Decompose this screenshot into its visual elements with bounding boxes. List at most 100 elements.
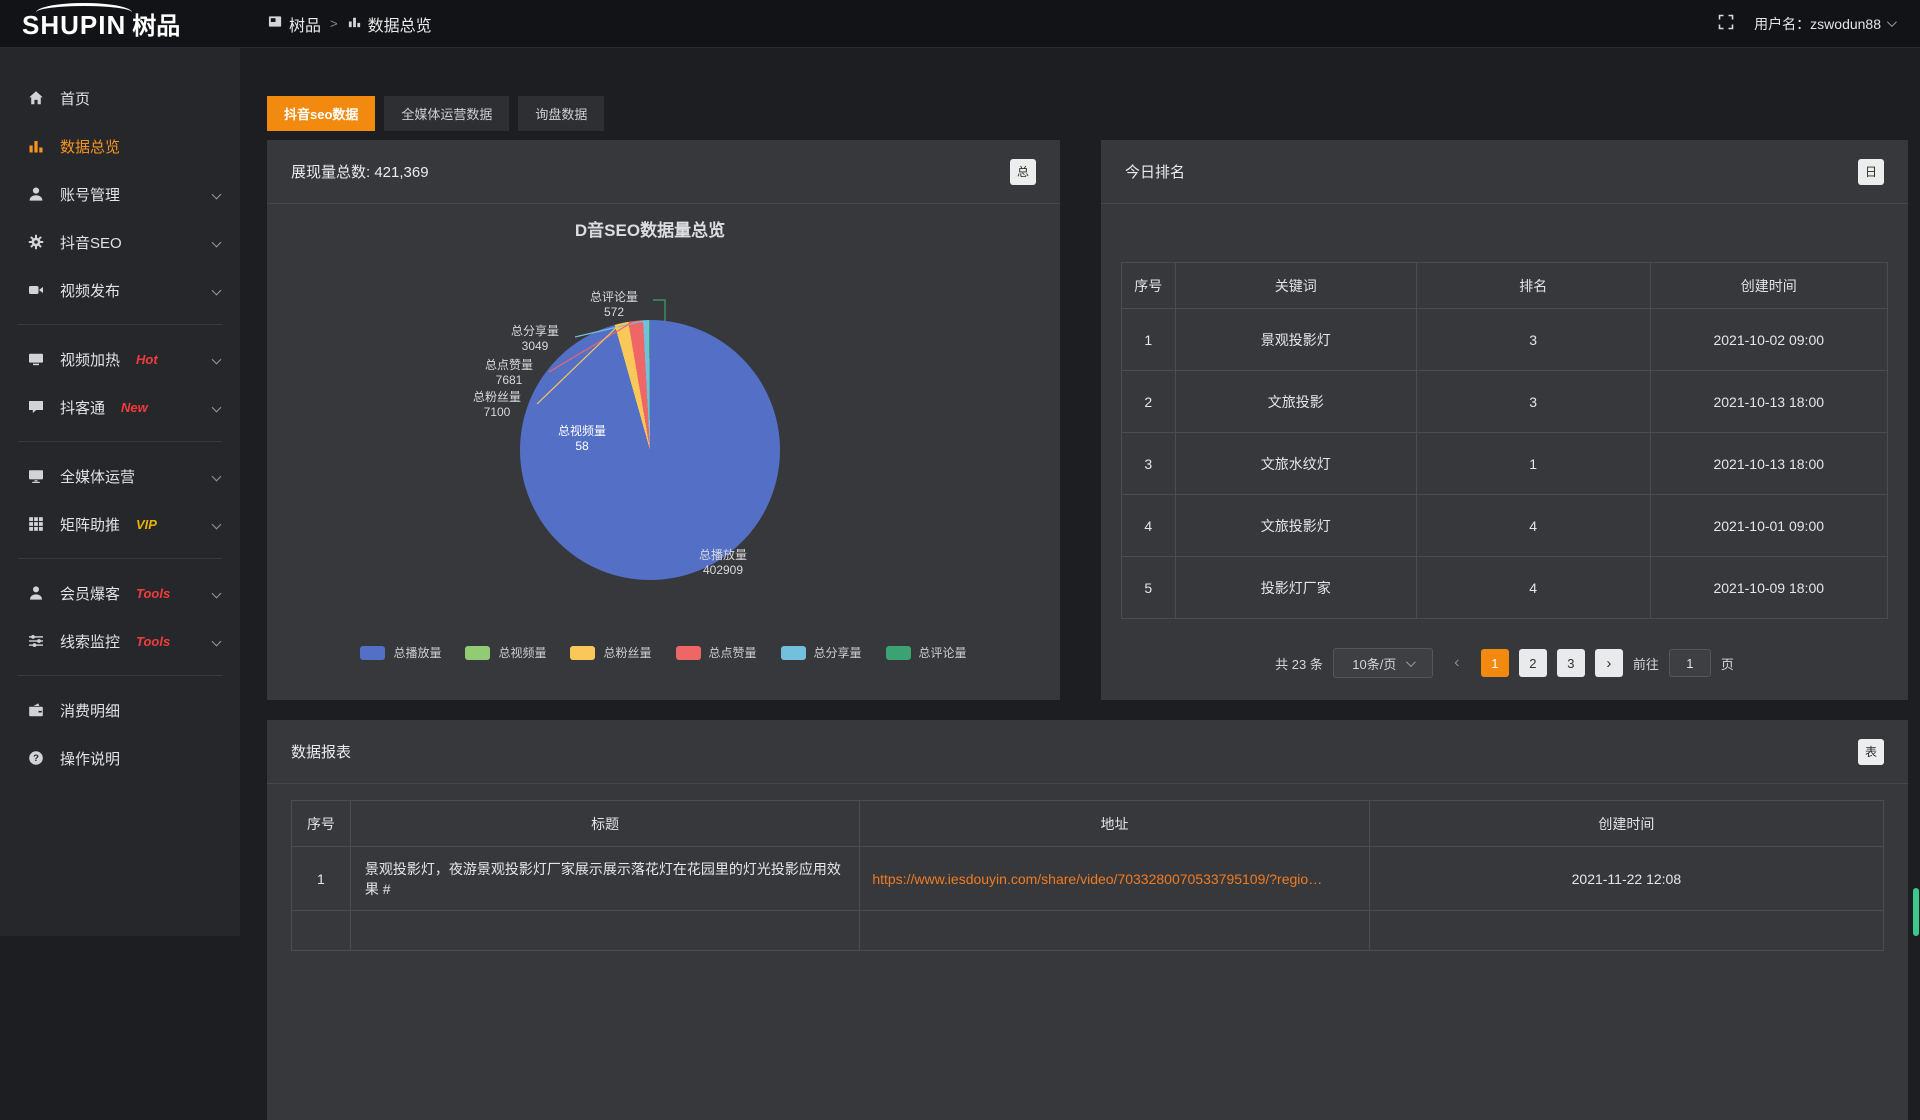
legend-item-videos[interactable]: 总视频量 bbox=[465, 644, 546, 661]
table-header-row: 序号 标题 地址 创建时间 bbox=[292, 801, 1884, 847]
sidebar-item-media-ops[interactable]: 全媒体运营 bbox=[0, 452, 240, 500]
goto-label: 前往 bbox=[1633, 654, 1659, 673]
bar-chart-icon bbox=[28, 138, 45, 155]
bar-chart-icon bbox=[347, 14, 362, 34]
tools-badge: Tools bbox=[136, 586, 170, 601]
chevron-down-icon bbox=[212, 285, 222, 295]
sidebar-item-home[interactable]: 首页 bbox=[0, 74, 240, 122]
svg-text:?: ? bbox=[33, 753, 39, 764]
home-icon bbox=[28, 90, 45, 107]
prev-page-button[interactable]: ‹ bbox=[1443, 649, 1471, 677]
sidebar-item-expense-detail[interactable]: 消费明细 bbox=[0, 686, 240, 734]
page-button-1[interactable]: 1 bbox=[1481, 649, 1509, 677]
chevron-down-icon bbox=[212, 636, 222, 646]
table-toggle-button[interactable]: 表 bbox=[1858, 739, 1884, 765]
sidebar-item-account[interactable]: 账号管理 bbox=[0, 170, 240, 218]
col-url: 地址 bbox=[860, 801, 1369, 847]
day-toggle-button[interactable]: 日 bbox=[1858, 159, 1884, 185]
chart-legend: 总播放量 总视频量 总粉丝量 总点赞量 总分享量 总评论量 bbox=[267, 644, 1060, 661]
breadcrumb-current[interactable]: 数据总览 bbox=[347, 12, 432, 36]
member-icon bbox=[28, 585, 45, 602]
logo: SHUPIN 树品 bbox=[0, 6, 240, 41]
legend-item-shares[interactable]: 总分享量 bbox=[781, 644, 862, 661]
table-row: 3文旅水纹灯12021-10-13 18:00 bbox=[1122, 433, 1888, 495]
report-video-link[interactable]: https://www.iesdouyin.com/share/video/70… bbox=[860, 847, 1369, 911]
legend-swatch bbox=[676, 646, 701, 660]
col-rank: 排名 bbox=[1416, 263, 1650, 309]
legend-item-comments[interactable]: 总评论量 bbox=[886, 644, 967, 661]
scrollbar-thumb[interactable] bbox=[1913, 888, 1919, 936]
sidebar-item-doukatong[interactable]: 抖客通 New bbox=[0, 383, 240, 431]
col-created: 创建时间 bbox=[1650, 263, 1887, 309]
data-source-tabs: 抖音seo数据 全媒体运营数据 询盘数据 bbox=[267, 96, 604, 131]
vip-badge: VIP bbox=[136, 517, 157, 532]
col-keyword: 关键词 bbox=[1175, 263, 1416, 309]
video-icon bbox=[28, 282, 45, 299]
pie-leader-lines bbox=[267, 204, 1060, 699]
report-panel: 数据报表 表 序号 标题 地址 创建时间 1 景观投影灯，夜游景观投影灯厂家展示… bbox=[267, 720, 1908, 1120]
pie-label-fans: 总粉丝量7100 bbox=[457, 390, 537, 420]
sidebar-item-instructions[interactable]: ? 操作说明 bbox=[0, 734, 240, 782]
pagination: 共 23 条 10条/页 ‹ 1 2 3 › 前往 页 bbox=[1101, 648, 1908, 678]
goto-page-input[interactable] bbox=[1669, 649, 1711, 677]
col-index: 序号 bbox=[1122, 263, 1176, 309]
chevron-down-icon bbox=[1887, 17, 1897, 27]
app-window-icon bbox=[268, 14, 283, 34]
sidebar-item-douyin-seo[interactable]: 抖音SEO bbox=[0, 218, 240, 266]
breadcrumb-home[interactable]: 树品 bbox=[268, 12, 321, 36]
gear-icon bbox=[28, 234, 45, 251]
sidebar-item-matrix-boost[interactable]: 矩阵助推 VIP bbox=[0, 500, 240, 548]
tab-douyin-seo[interactable]: 抖音seo数据 bbox=[267, 96, 375, 131]
report-title: 数据报表 bbox=[291, 741, 351, 762]
total-toggle-button[interactable]: 总 bbox=[1010, 159, 1036, 185]
table-header-row: 序号 关键词 排名 创建时间 bbox=[1122, 263, 1888, 309]
chevron-down-icon bbox=[212, 189, 222, 199]
sidebar-item-video-heat[interactable]: 视频加热 Hot bbox=[0, 335, 240, 383]
sidebar-item-member-baoke[interactable]: 会员爆客 Tools bbox=[0, 569, 240, 617]
pagination-total: 共 23 条 bbox=[1275, 654, 1323, 673]
page-size-select[interactable]: 10条/页 bbox=[1333, 648, 1433, 678]
ranking-table: 序号 关键词 排名 创建时间 1景观投影灯32021-10-02 09:00 2… bbox=[1121, 262, 1888, 619]
tab-inquiry-data[interactable]: 询盘数据 bbox=[518, 96, 604, 131]
sidebar-item-data-overview[interactable]: 数据总览 bbox=[0, 122, 240, 170]
tools-badge: Tools bbox=[136, 634, 170, 649]
sidebar-item-clue-monitor[interactable]: 线索监控 Tools bbox=[0, 617, 240, 665]
sidebar-divider bbox=[18, 558, 222, 559]
next-page-button[interactable]: › bbox=[1595, 649, 1623, 677]
legend-item-fans[interactable]: 总粉丝量 bbox=[570, 644, 651, 661]
sidebar-item-video-publish[interactable]: 视频发布 bbox=[0, 266, 240, 314]
overview-title: 展现量总数: 421,369 bbox=[291, 161, 429, 182]
table-row: 4文旅投影灯42021-10-01 09:00 bbox=[1122, 495, 1888, 557]
user-menu[interactable]: 用户名：zswodun88 bbox=[1754, 14, 1894, 34]
ranking-title: 今日排名 bbox=[1125, 161, 1185, 182]
legend-swatch bbox=[360, 646, 385, 660]
tab-media-ops-data[interactable]: 全媒体运营数据 bbox=[384, 96, 509, 131]
page-button-3[interactable]: 3 bbox=[1557, 649, 1585, 677]
wallet-icon bbox=[28, 702, 45, 719]
chevron-down-icon bbox=[212, 588, 222, 598]
report-table: 序号 标题 地址 创建时间 1 景观投影灯，夜游景观投影灯厂家展示展示落花灯在花… bbox=[291, 800, 1884, 951]
chevron-down-icon bbox=[212, 237, 222, 247]
hot-badge: Hot bbox=[136, 352, 158, 367]
col-title: 标题 bbox=[350, 801, 859, 847]
topbar: SHUPIN 树品 树品 > 数据总览 用户名：zswodun88 bbox=[0, 0, 1920, 48]
chevron-down-icon bbox=[212, 402, 222, 412]
page-button-2[interactable]: 2 bbox=[1519, 649, 1547, 677]
sidebar-divider bbox=[18, 441, 222, 442]
grid-icon bbox=[28, 516, 45, 533]
sidebar-divider bbox=[18, 675, 222, 676]
goto-suffix: 页 bbox=[1721, 654, 1734, 673]
chevron-down-icon bbox=[1406, 657, 1416, 667]
sidebar: 首页 数据总览 账号管理 抖音SEO 视频发布 视频加热 Hot 抖客通 New… bbox=[0, 48, 240, 936]
fullscreen-icon[interactable] bbox=[1718, 14, 1734, 33]
legend-item-plays[interactable]: 总播放量 bbox=[360, 644, 441, 661]
col-created: 创建时间 bbox=[1369, 801, 1883, 847]
legend-item-likes[interactable]: 总点赞量 bbox=[676, 644, 757, 661]
pie-label-likes: 总点赞量7681 bbox=[469, 358, 549, 388]
legend-swatch bbox=[781, 646, 806, 660]
chevron-down-icon bbox=[212, 519, 222, 529]
legend-swatch bbox=[886, 646, 911, 660]
tv-icon bbox=[28, 351, 45, 368]
legend-swatch bbox=[465, 646, 490, 660]
new-badge: New bbox=[121, 400, 148, 415]
